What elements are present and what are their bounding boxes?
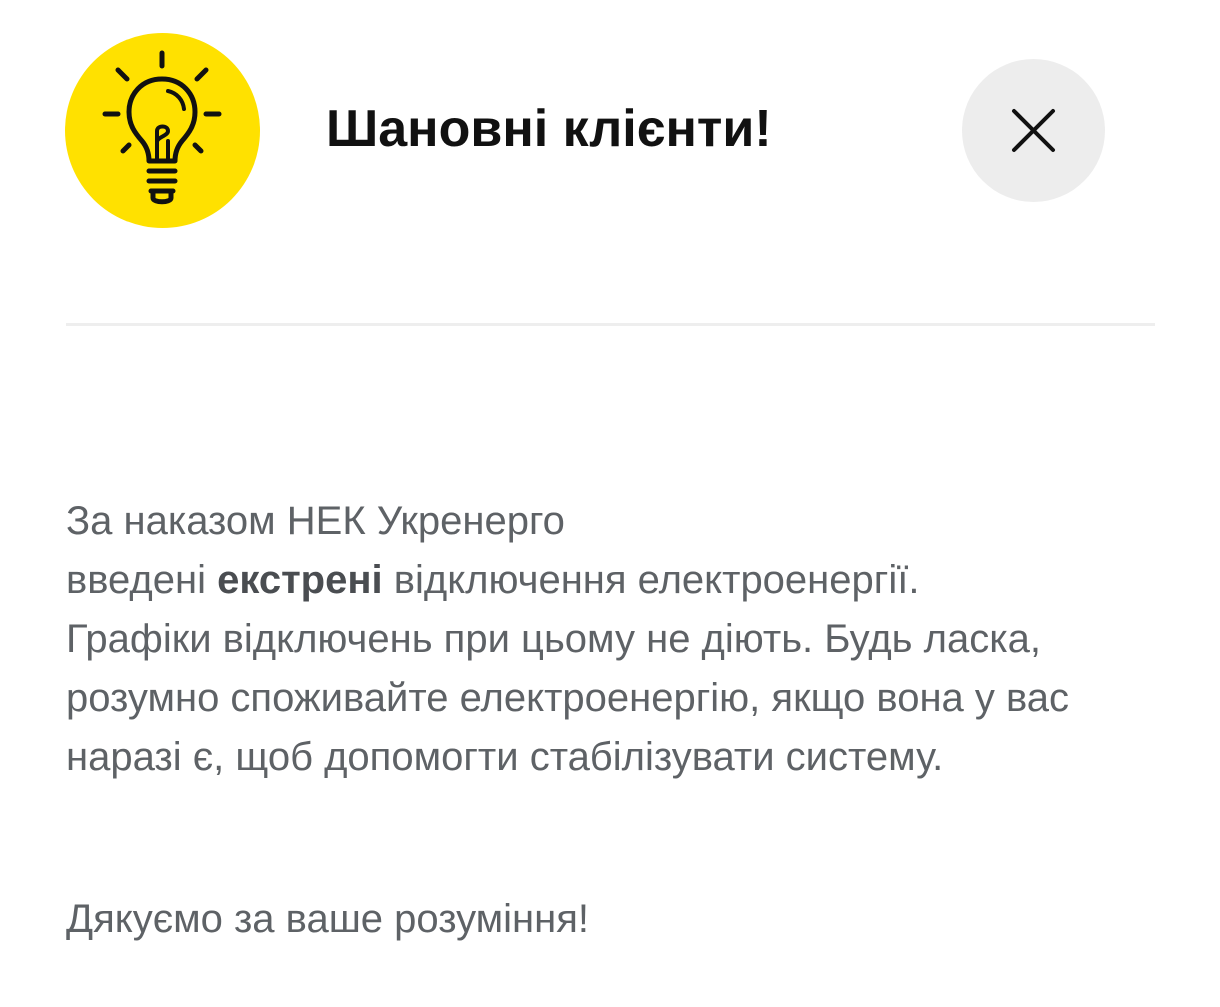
message-line-2-prefix: введені bbox=[66, 558, 218, 602]
emphasis-emergency: екстрені bbox=[217, 558, 383, 602]
message-line-1: За наказом НЕК Укренерго bbox=[66, 499, 565, 543]
message-body: Графіки відключень при цьому не діють. Б… bbox=[66, 617, 1070, 779]
message-line-2-suffix: відключення електроенергії. bbox=[382, 558, 920, 602]
dialog-title: Шановні клієнти! bbox=[326, 100, 772, 158]
close-button[interactable] bbox=[962, 59, 1105, 202]
close-icon bbox=[1012, 109, 1055, 152]
announcement-message: За наказом НЕК Укренерго введені екстрен… bbox=[66, 492, 1166, 787]
thanks-text: Дякуємо за ваше розуміння! bbox=[66, 897, 589, 941]
dialog-header: Шановні клієнти! bbox=[0, 0, 1220, 260]
lightbulb-idea-icon bbox=[65, 33, 260, 228]
header-divider bbox=[66, 323, 1155, 326]
message-line-2: введені екстрені відключення електроенер… bbox=[66, 551, 1166, 610]
